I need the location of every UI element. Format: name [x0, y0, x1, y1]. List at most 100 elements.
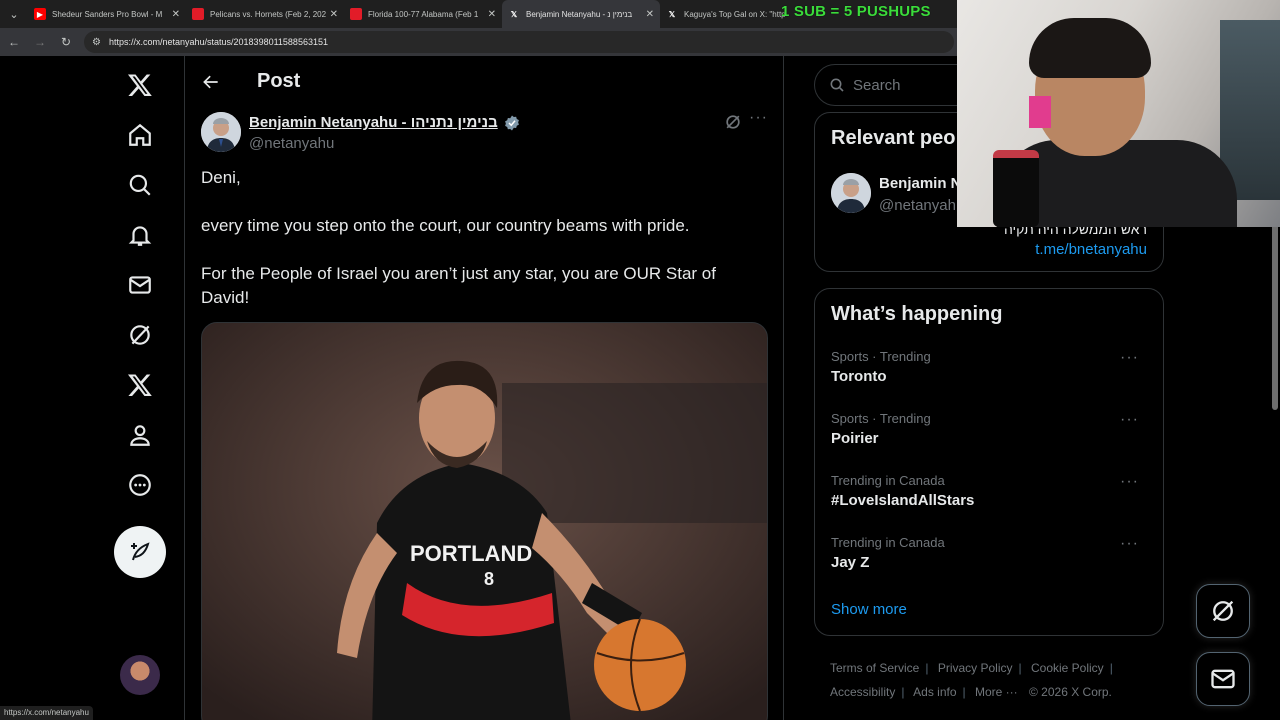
whats-happening-title: What’s happening — [831, 303, 1003, 325]
grok-floating-button[interactable] — [1196, 584, 1250, 638]
jersey-number-text: 8 — [484, 569, 494, 589]
notifications-bell-icon[interactable] — [114, 210, 166, 260]
footer-separator: | — [1018, 661, 1022, 675]
youtube-favicon-icon: ▶ — [34, 8, 46, 20]
footer-link[interactable]: Privacy Policy — [938, 661, 1013, 675]
feather-plus-icon — [131, 542, 150, 561]
copyright: © 2026 X Corp. — [1029, 685, 1112, 699]
trend-more-icon[interactable]: ··· — [1120, 411, 1139, 429]
post-media-image[interactable]: PORTLAND 8 — [201, 322, 768, 720]
footer-separator: | — [901, 685, 905, 699]
messages-envelope-icon[interactable] — [114, 260, 166, 310]
browser-tab[interactable]: Pelicans vs. Hornets (Feb 2, 202 ✕ — [186, 0, 344, 28]
close-icon[interactable]: ✕ — [172, 9, 180, 20]
jersey-team-text: PORTLAND — [410, 541, 532, 566]
grok-icon[interactable] — [114, 310, 166, 360]
trend-more-icon[interactable]: ··· — [1120, 535, 1139, 553]
webcam-overlay — [957, 0, 1280, 227]
post-text: Deni, every time you step onto the court… — [201, 166, 761, 334]
webcam-background-object — [1029, 96, 1051, 128]
forward-icon[interactable]: → — [28, 30, 52, 54]
tab-search-chevron-icon[interactable]: ⌄ — [0, 0, 28, 28]
left-nav — [114, 60, 166, 510]
show-more-link[interactable]: Show more — [831, 601, 907, 618]
grok-explain-icon[interactable] — [723, 112, 743, 132]
browser-tab[interactable]: ▶ Shedeur Sanders Pro Bowl - M ✕ — [28, 0, 186, 28]
post-header: Post — [201, 70, 300, 93]
footer-separator: | — [962, 685, 966, 699]
stream-banner-text: 1 SUB = 5 PUSHUPS — [781, 3, 931, 20]
post-text-line: every time you step onto the court, our … — [201, 216, 690, 235]
profile-icon[interactable] — [114, 410, 166, 460]
envelope-icon — [1211, 669, 1235, 689]
main-column: Post Benjamin Netanyahu - בנימין נתניהו … — [184, 56, 784, 720]
tab-title: Benjamin Netanyahu - בנימין נ — [526, 9, 633, 19]
premium-x-icon[interactable] — [114, 360, 166, 410]
espn-favicon-icon — [192, 8, 204, 20]
footer-link[interactable]: Ads info — [913, 685, 956, 699]
messages-floating-button[interactable] — [1196, 652, 1250, 706]
url-field[interactable]: ⚙ https://x.com/netanyahu/status/2018398… — [84, 31, 954, 53]
trend-item[interactable]: Sports · Trending Poirier ··· — [831, 411, 1149, 461]
trend-name: Toronto — [831, 368, 887, 385]
espn-favicon-icon — [350, 8, 362, 20]
site-settings-icon[interactable]: ⚙ — [92, 37, 101, 48]
post-text-line: Deni, — [201, 168, 241, 187]
page-title: Post — [257, 70, 301, 92]
x-favicon-icon: 𝕏 — [510, 9, 518, 19]
account-avatar[interactable] — [120, 655, 160, 695]
search-placeholder: Search — [853, 76, 901, 94]
author-name[interactable]: Benjamin Netanyahu - בנימין נתניהו — [249, 114, 498, 131]
close-icon[interactable]: ✕ — [330, 9, 338, 20]
footer-link[interactable]: Accessibility — [830, 685, 895, 699]
trend-name: Jay Z — [831, 554, 870, 571]
trend-meta: Sports · Trending — [831, 349, 931, 364]
author-handle[interactable]: @netanyahu — [249, 135, 334, 152]
compose-post-button[interactable] — [114, 526, 166, 578]
more-options-icon[interactable]: ··· — [749, 110, 771, 132]
tab-title: Pelicans vs. Hornets (Feb 2, 202 — [210, 9, 326, 19]
relevant-person-handle[interactable]: @netanyah — [879, 197, 956, 214]
relevant-people-title: Relevant peo — [831, 127, 956, 149]
home-icon[interactable] — [114, 110, 166, 160]
url-text: https://x.com/netanyahu/status/201839801… — [108, 37, 328, 47]
close-icon[interactable]: ✕ — [646, 9, 654, 20]
footer-links: Terms of Service | Privacy Policy | Cookie… — [830, 656, 1140, 704]
footer-link[interactable]: More ··· — [975, 685, 1018, 699]
webcam-microphone — [993, 150, 1039, 227]
author-avatar[interactable] — [201, 112, 241, 152]
post-author: Benjamin Netanyahu - בנימין נתניהו @neta… — [201, 110, 771, 156]
back-arrow-icon[interactable] — [201, 72, 221, 92]
close-icon[interactable]: ✕ — [488, 9, 496, 20]
relevant-person-name[interactable]: Benjamin N — [879, 175, 962, 192]
trend-item[interactable]: Trending in Canada Jay Z ··· — [831, 535, 1149, 585]
verified-badge-icon — [505, 115, 519, 131]
trend-more-icon[interactable]: ··· — [1120, 473, 1139, 491]
trend-item[interactable]: Sports · Trending Toronto ··· — [831, 349, 1149, 399]
tab-title: Shedeur Sanders Pro Bowl - M — [52, 9, 163, 19]
trend-name: #LoveIslandAllStars — [831, 492, 975, 509]
relevant-person-avatar[interactable] — [831, 173, 871, 213]
trend-meta: Trending in Canada — [831, 473, 945, 488]
footer-link[interactable]: Terms of Service — [830, 661, 919, 675]
browser-tab-active[interactable]: 𝕏 Benjamin Netanyahu - בנימין נ ✕ — [502, 0, 660, 28]
trend-meta: Trending in Canada — [831, 535, 945, 550]
back-icon[interactable]: ← — [2, 30, 26, 54]
search-icon[interactable] — [114, 160, 166, 210]
grok-icon — [1212, 600, 1234, 622]
more-circle-icon[interactable] — [114, 460, 166, 510]
search-icon — [830, 78, 844, 92]
basketball-player-photo: PORTLAND 8 — [202, 323, 767, 720]
webcam-person-hair — [1029, 18, 1151, 78]
x-favicon-icon: 𝕏 — [668, 9, 676, 19]
trend-more-icon[interactable]: ··· — [1120, 349, 1139, 367]
trend-item[interactable]: Trending in Canada #LoveIslandAllStars ·… — [831, 473, 1149, 523]
trend-name: Poirier — [831, 430, 879, 447]
relevant-person-link[interactable]: t.me/bnetanyahu — [1035, 241, 1147, 258]
footer-separator: | — [925, 661, 929, 675]
browser-tab[interactable]: Florida 100-77 Alabama (Feb 1 ✕ — [344, 0, 502, 28]
tab-title: Florida 100-77 Alabama (Feb 1 — [368, 9, 479, 19]
footer-link[interactable]: Cookie Policy — [1031, 661, 1104, 675]
reload-icon[interactable]: ↻ — [54, 30, 78, 54]
x-logo-icon[interactable] — [114, 60, 166, 110]
